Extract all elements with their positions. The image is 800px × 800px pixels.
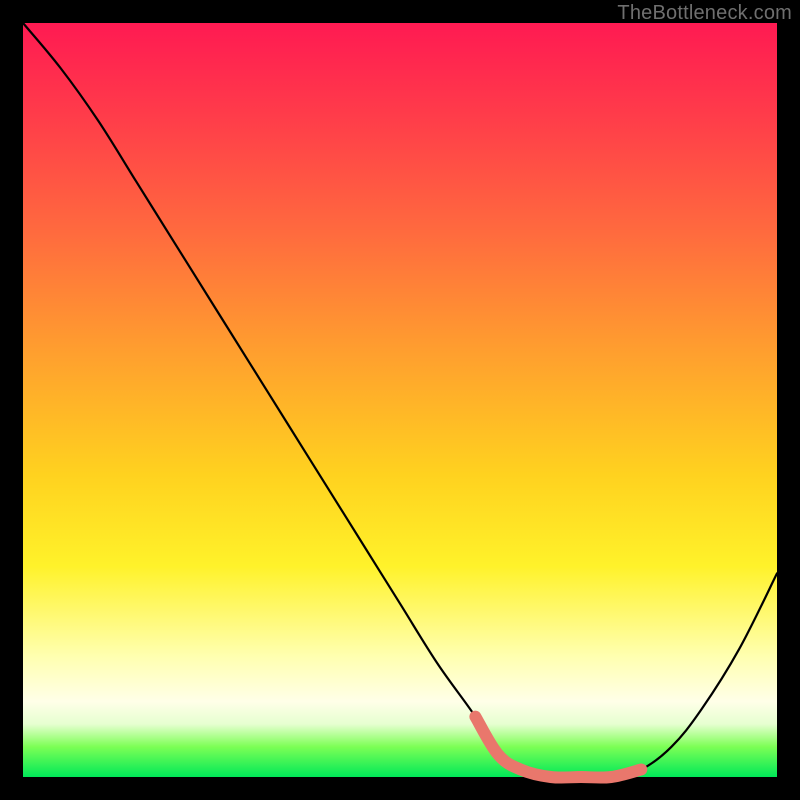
plot-area [23, 23, 777, 777]
chart-frame: TheBottleneck.com [0, 0, 800, 800]
curve-svg [23, 23, 777, 777]
watermark-text: TheBottleneck.com [617, 2, 792, 25]
curve-highlight [475, 717, 641, 778]
bottleneck-curve [23, 23, 777, 778]
